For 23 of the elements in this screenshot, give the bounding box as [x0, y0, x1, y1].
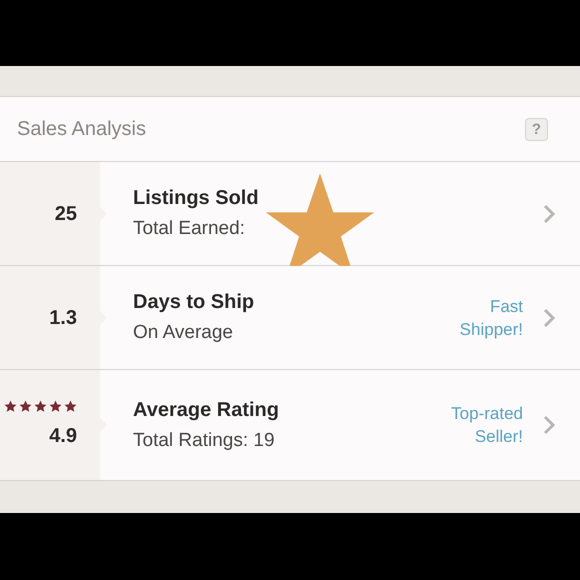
row-subtitle: Total Earned: — [133, 217, 246, 242]
star-icon — [4, 400, 17, 412]
chevron-icon — [543, 415, 555, 435]
star-icon — [19, 400, 32, 412]
star-icon — [34, 400, 47, 412]
row-title: Listings Sold — [133, 186, 260, 212]
row-subtitle: On Average — [133, 321, 234, 346]
stat-row[interactable]: 1.3 Days to Ship On Average Fast Shipper! — [0, 266, 580, 370]
row-title: Average Rating — [133, 398, 280, 423]
stat-row[interactable]: 25 Listings Sold Total Earned: — [0, 162, 580, 266]
star-icon — [49, 400, 62, 412]
chevron-icon — [543, 204, 555, 224]
stat-value: 25 — [54, 202, 77, 226]
star-icon — [64, 400, 77, 412]
chevron-icon — [543, 308, 555, 328]
row-title: Days to Ship — [133, 290, 256, 316]
stat-row[interactable]: 4.9 Average Rating Total Ratings: 19 Top-rated Seller! — [0, 370, 580, 481]
stat-value: 1.3 — [49, 306, 77, 330]
status-label: Fast Shipper! — [460, 296, 523, 340]
row-subtitle: Total Ratings: 19 — [133, 428, 276, 453]
status-label: Top-rated Seller! — [451, 403, 523, 448]
stat-value: 4.9 — [49, 424, 77, 448]
section-title: Sales Analysis — [17, 117, 146, 142]
